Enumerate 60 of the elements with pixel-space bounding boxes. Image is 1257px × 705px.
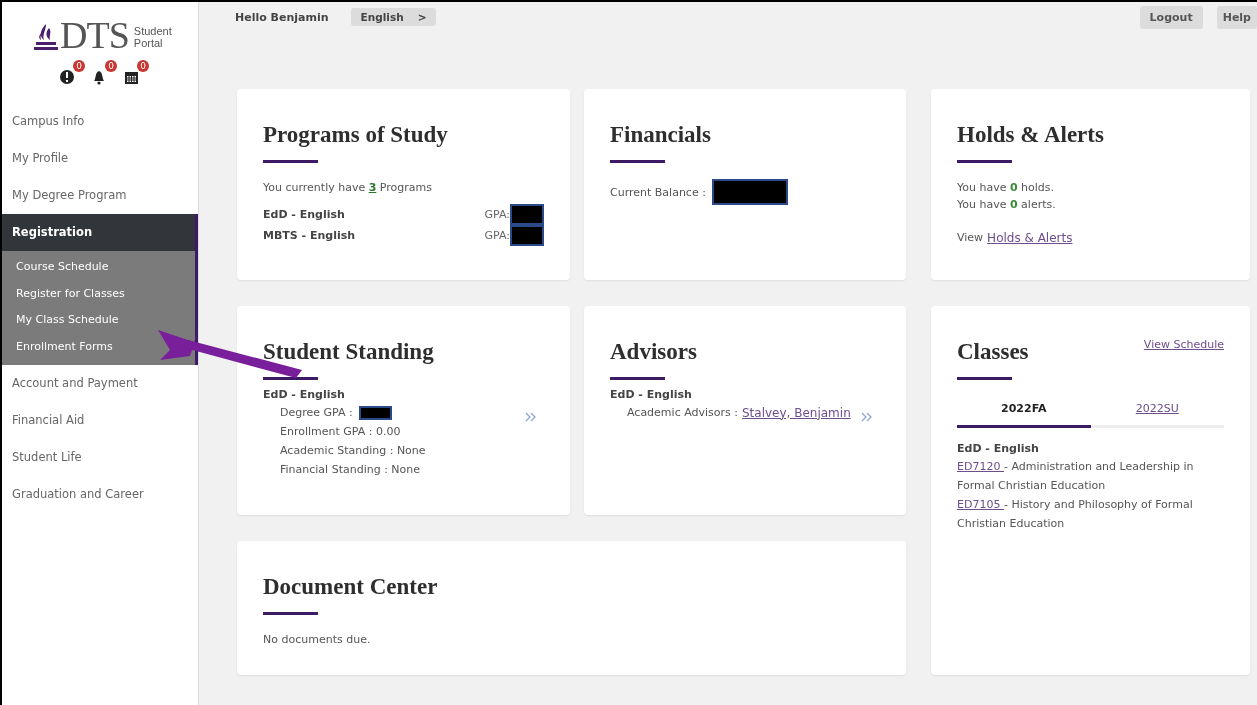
program-name: EdD - English — [957, 441, 1040, 457]
course-text: ED7105 - History and Philosophy of Formal Christian Education — [957, 497, 1194, 532]
course-code-link[interactable]: ED7120 — [957, 460, 1004, 473]
advisor-link[interactable]: Stalvey, Benjamin — [742, 405, 851, 420]
count-badge: 0 — [105, 60, 117, 72]
documents-text: No documents due. — [263, 632, 372, 648]
view-label: View — [957, 230, 984, 246]
submenu-item[interactable]: Enrollment Forms — [2, 333, 195, 360]
standing-text: Financial Standing : None — [280, 462, 421, 478]
holds-text: You have 0 alerts. — [957, 197, 1057, 213]
program-name: EdD - English — [263, 387, 346, 403]
gpa-label: GPA: — [484, 208, 510, 221]
advisors-label: Academic Advisors : — [627, 405, 738, 421]
standing-text: Enrollment GPA : 0.00 — [280, 424, 401, 440]
course-text: ED7120 - Administration and Leadership in Formal Christian Education — [957, 459, 1195, 494]
card-title: Student Standing — [263, 338, 434, 366]
holds-alerts-link[interactable]: Holds & Alerts — [987, 230, 1073, 245]
standing-text: Degree GPA : — [280, 405, 353, 421]
sidebar-item[interactable]: Graduation and Career — [2, 476, 198, 513]
header-button[interactable]: Help — [1216, 5, 1257, 29]
sidebar-item[interactable]: Financial Aid — [2, 402, 198, 439]
card-title: Financials — [610, 121, 711, 149]
logo-text: DTS — [60, 18, 129, 52]
card-title: Holds & Alerts — [957, 121, 1104, 149]
sidebar-item[interactable]: My Degree Program — [2, 177, 198, 214]
header-button[interactable]: Logout — [1139, 5, 1203, 29]
flame-logo-icon — [34, 22, 58, 52]
program-count-link[interactable]: 3 — [368, 181, 377, 194]
logo-subtitle: Portal — [133, 37, 164, 49]
program-name: EdD - English — [263, 207, 346, 223]
program-name: EdD - English — [610, 387, 693, 403]
greeting-text: Hello Benjamin — [235, 10, 329, 24]
sidebar-item[interactable]: Registration — [2, 214, 198, 251]
programs-summary: You currently have 3 Programs — [263, 180, 433, 196]
language-button[interactable]: English > — [350, 8, 437, 26]
holds-text: You have 0 holds. — [957, 180, 1056, 196]
card-title: Advisors — [610, 338, 697, 366]
double-chevron-icon[interactable] — [525, 412, 536, 422]
program-name: MBTS - English — [263, 228, 357, 244]
course-code-link[interactable]: ED7105 — [957, 498, 1004, 511]
sidebar-item[interactable]: Account and Payment — [2, 365, 198, 402]
term-tab[interactable]: 2022SU — [1090, 396, 1224, 428]
logo-subtitle: Student — [133, 25, 172, 37]
sidebar-item[interactable]: Student Life — [2, 439, 198, 476]
submenu-item[interactable]: My Class Schedule — [2, 307, 195, 334]
count-badge: 0 — [73, 60, 85, 72]
submenu-item[interactable]: Course Schedule — [2, 254, 195, 281]
term-tab[interactable]: 2022FA — [957, 396, 1091, 428]
balance-label: Current Balance : — [610, 184, 706, 201]
submenu-item[interactable]: Register for Classes — [2, 280, 195, 307]
card-title: Programs of Study — [263, 121, 448, 149]
gpa-label: GPA: — [484, 229, 510, 242]
view-schedule-link[interactable]: View Schedule — [1143, 338, 1224, 351]
standing-text: Academic Standing : None — [280, 443, 426, 459]
double-chevron-icon[interactable] — [861, 412, 872, 422]
sidebar-item[interactable]: My Profile — [2, 140, 198, 177]
count-badge: 0 — [137, 60, 149, 72]
sidebar-item[interactable]: Campus Info — [2, 103, 198, 140]
card-title: Classes — [957, 338, 1029, 366]
card-title: Document Center — [263, 573, 438, 601]
